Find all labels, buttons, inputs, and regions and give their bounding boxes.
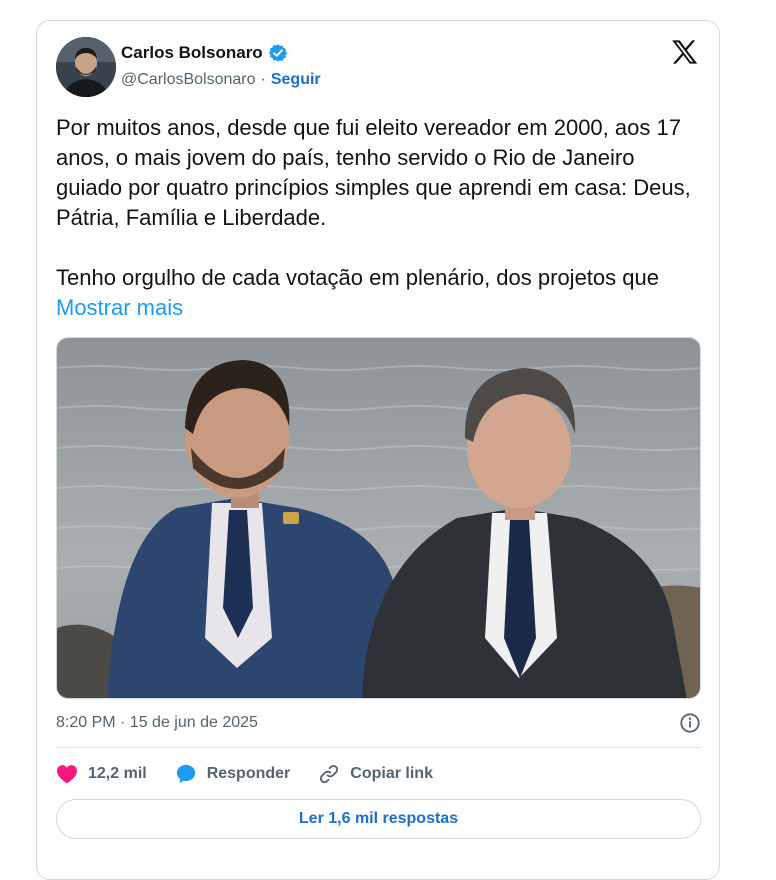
show-more-link[interactable]: Mostrar mais [56,295,183,320]
photo-illustration [57,338,700,698]
tweet-text: Por muitos anos, desde que fui eleito ve… [56,113,706,323]
link-icon [320,764,339,784]
author-name[interactable]: Carlos Bolsonaro [121,43,263,63]
heart-icon [57,765,77,784]
author-handle-row: @CarlosBolsonaro · Seguir [121,71,321,89]
copy-link-label: Copiar link [350,765,433,782]
reply-label: Responder [206,765,291,782]
author-handle[interactable]: @CarlosBolsonaro [121,71,256,89]
author-name-row: Carlos Bolsonaro [121,43,288,63]
like-count: 12,2 mil [88,765,147,782]
divider [56,747,701,748]
tweet-actions: 12,2 mil Responder Copiar link [56,761,461,787]
x-logo-icon[interactable] [671,39,699,65]
verified-badge-icon [268,44,287,62]
tweet-card: Carlos Bolsonaro @CarlosBolsonaro · Segu… [36,20,720,880]
tweet-timestamp[interactable]: 8:20 PM · 15 de jun de 2025 [56,714,258,732]
avatar[interactable] [56,37,116,97]
tweet-photo[interactable] [56,337,701,699]
speech-bubble-icon [176,764,195,784]
info-icon[interactable] [679,712,701,734]
tweet-body: Por muitos anos, desde que fui eleito ve… [56,115,691,290]
reply-button[interactable]: Responder [175,763,291,785]
copy-link-button[interactable]: Copiar link [318,763,433,785]
follow-button[interactable]: Seguir [271,71,321,89]
read-replies-button[interactable]: Ler 1,6 mil respostas [56,799,701,839]
like-button[interactable]: 12,2 mil [56,764,147,784]
tweet-meta-row: 8:20 PM · 15 de jun de 2025 [56,711,701,735]
separator-dot: · [260,71,266,88]
